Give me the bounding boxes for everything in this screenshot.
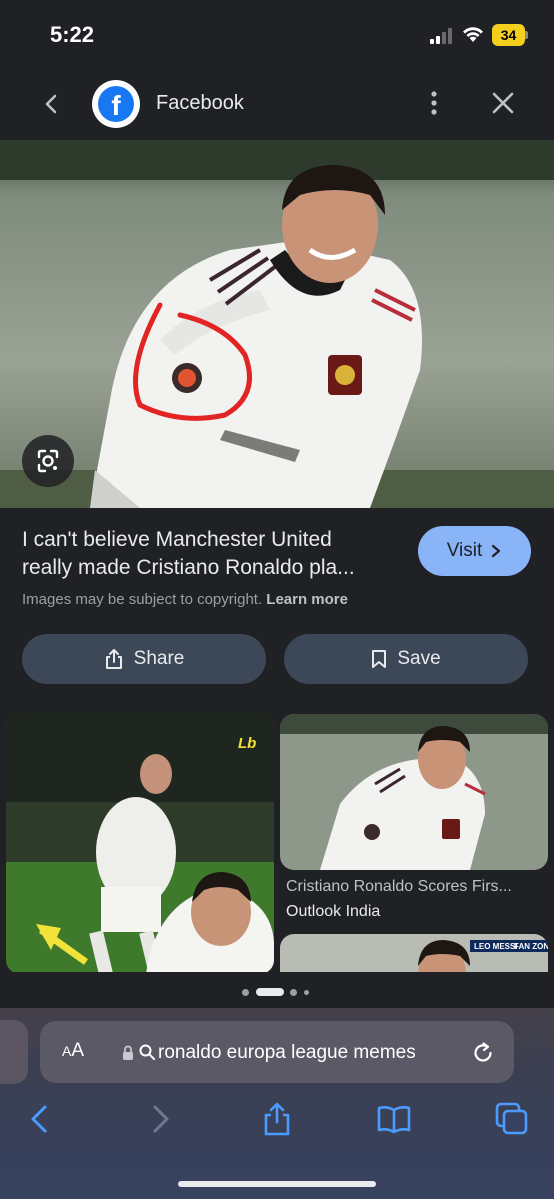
battery-nub (525, 31, 528, 39)
visit-label: Visit (446, 540, 483, 561)
battery-level: 34 (492, 24, 525, 46)
related-image-right-1[interactable] (280, 714, 548, 870)
learn-more-link[interactable]: Learn more (266, 591, 348, 608)
aa-small: A (62, 1043, 72, 1059)
result-title-line-1: I can't believe Manchester United (22, 528, 332, 551)
page-indicator (240, 987, 320, 997)
copyright-text: Images may be subject to copyright. (22, 591, 263, 608)
home-indicator (178, 1181, 376, 1187)
search-icon (139, 1044, 155, 1060)
main-result-image[interactable] (0, 140, 554, 508)
back-chevron-icon[interactable] (38, 90, 66, 118)
url-text[interactable]: ronaldo europa league memes (158, 1042, 416, 1064)
browser-forward-icon[interactable] (142, 1101, 178, 1137)
close-icon[interactable] (488, 88, 518, 118)
share-label: Share (133, 648, 185, 669)
related-badge-2: FAN ZONE (514, 942, 548, 951)
google-lens-icon (37, 449, 59, 473)
visit-button[interactable]: Visit (418, 526, 531, 576)
related-badge-1: LEO MESSI (474, 942, 518, 951)
facebook-logo-letter: f (98, 86, 134, 122)
page-dot (290, 989, 297, 996)
more-vertical-icon[interactable] (420, 88, 448, 120)
status-bar: 5:22 34 (0, 0, 554, 70)
aa-big: A (71, 1040, 85, 1061)
save-label: Save (397, 648, 441, 669)
copyright-notice: Images may be subject to copyright. Lear… (22, 591, 348, 608)
status-time: 5:22 (50, 22, 95, 47)
reload-icon[interactable] (470, 1040, 496, 1066)
related-photo-left: Lb (6, 712, 274, 972)
site-name[interactable]: Facebook (156, 92, 244, 115)
related-source-1: Outlook India (286, 903, 381, 920)
related-images-grid: Lb Cristiano Ronaldo Scores Firs... Outl… (0, 712, 554, 972)
tabs-icon[interactable] (494, 1101, 530, 1137)
related-image-left[interactable]: Lb (6, 712, 274, 972)
related-image-right-2[interactable]: LEO MESSI FAN ZONE (280, 934, 548, 972)
facebook-logo-icon: f (92, 80, 140, 128)
result-title-line-2: really made Cristiano Ronaldo pla... (22, 556, 355, 579)
result-title[interactable]: I can't believe Manchester United really… (22, 526, 402, 582)
player-photo (0, 140, 554, 508)
share-icon (105, 649, 122, 669)
bookmark-icon (372, 650, 387, 668)
chevron-right-icon (492, 544, 501, 558)
page-dot (242, 989, 249, 996)
browser-share-icon[interactable] (259, 1101, 295, 1137)
page-dot (304, 990, 309, 995)
lock-icon (123, 1045, 133, 1060)
related-left-badge: Lb (238, 735, 256, 752)
related-photo-right-1 (280, 714, 548, 870)
save-button[interactable]: Save (284, 634, 528, 684)
lens-search-button[interactable] (22, 435, 74, 487)
wifi-icon (463, 27, 483, 42)
bookmarks-icon[interactable] (376, 1101, 412, 1137)
related-photo-right-2: LEO MESSI FAN ZONE (280, 934, 548, 972)
previous-tab-peek[interactable] (0, 1020, 28, 1084)
related-title-1[interactable]: Cristiano Ronaldo Scores Firs... (286, 878, 548, 896)
battery-indicator: 34 (492, 24, 528, 46)
share-button[interactable]: Share (22, 634, 266, 684)
cellular-signal-icon (430, 28, 452, 44)
page-dot-active (256, 988, 284, 996)
result-header: f Facebook (0, 70, 554, 140)
reader-options-button[interactable]: AA (62, 1040, 84, 1062)
browser-back-icon[interactable] (22, 1101, 58, 1137)
